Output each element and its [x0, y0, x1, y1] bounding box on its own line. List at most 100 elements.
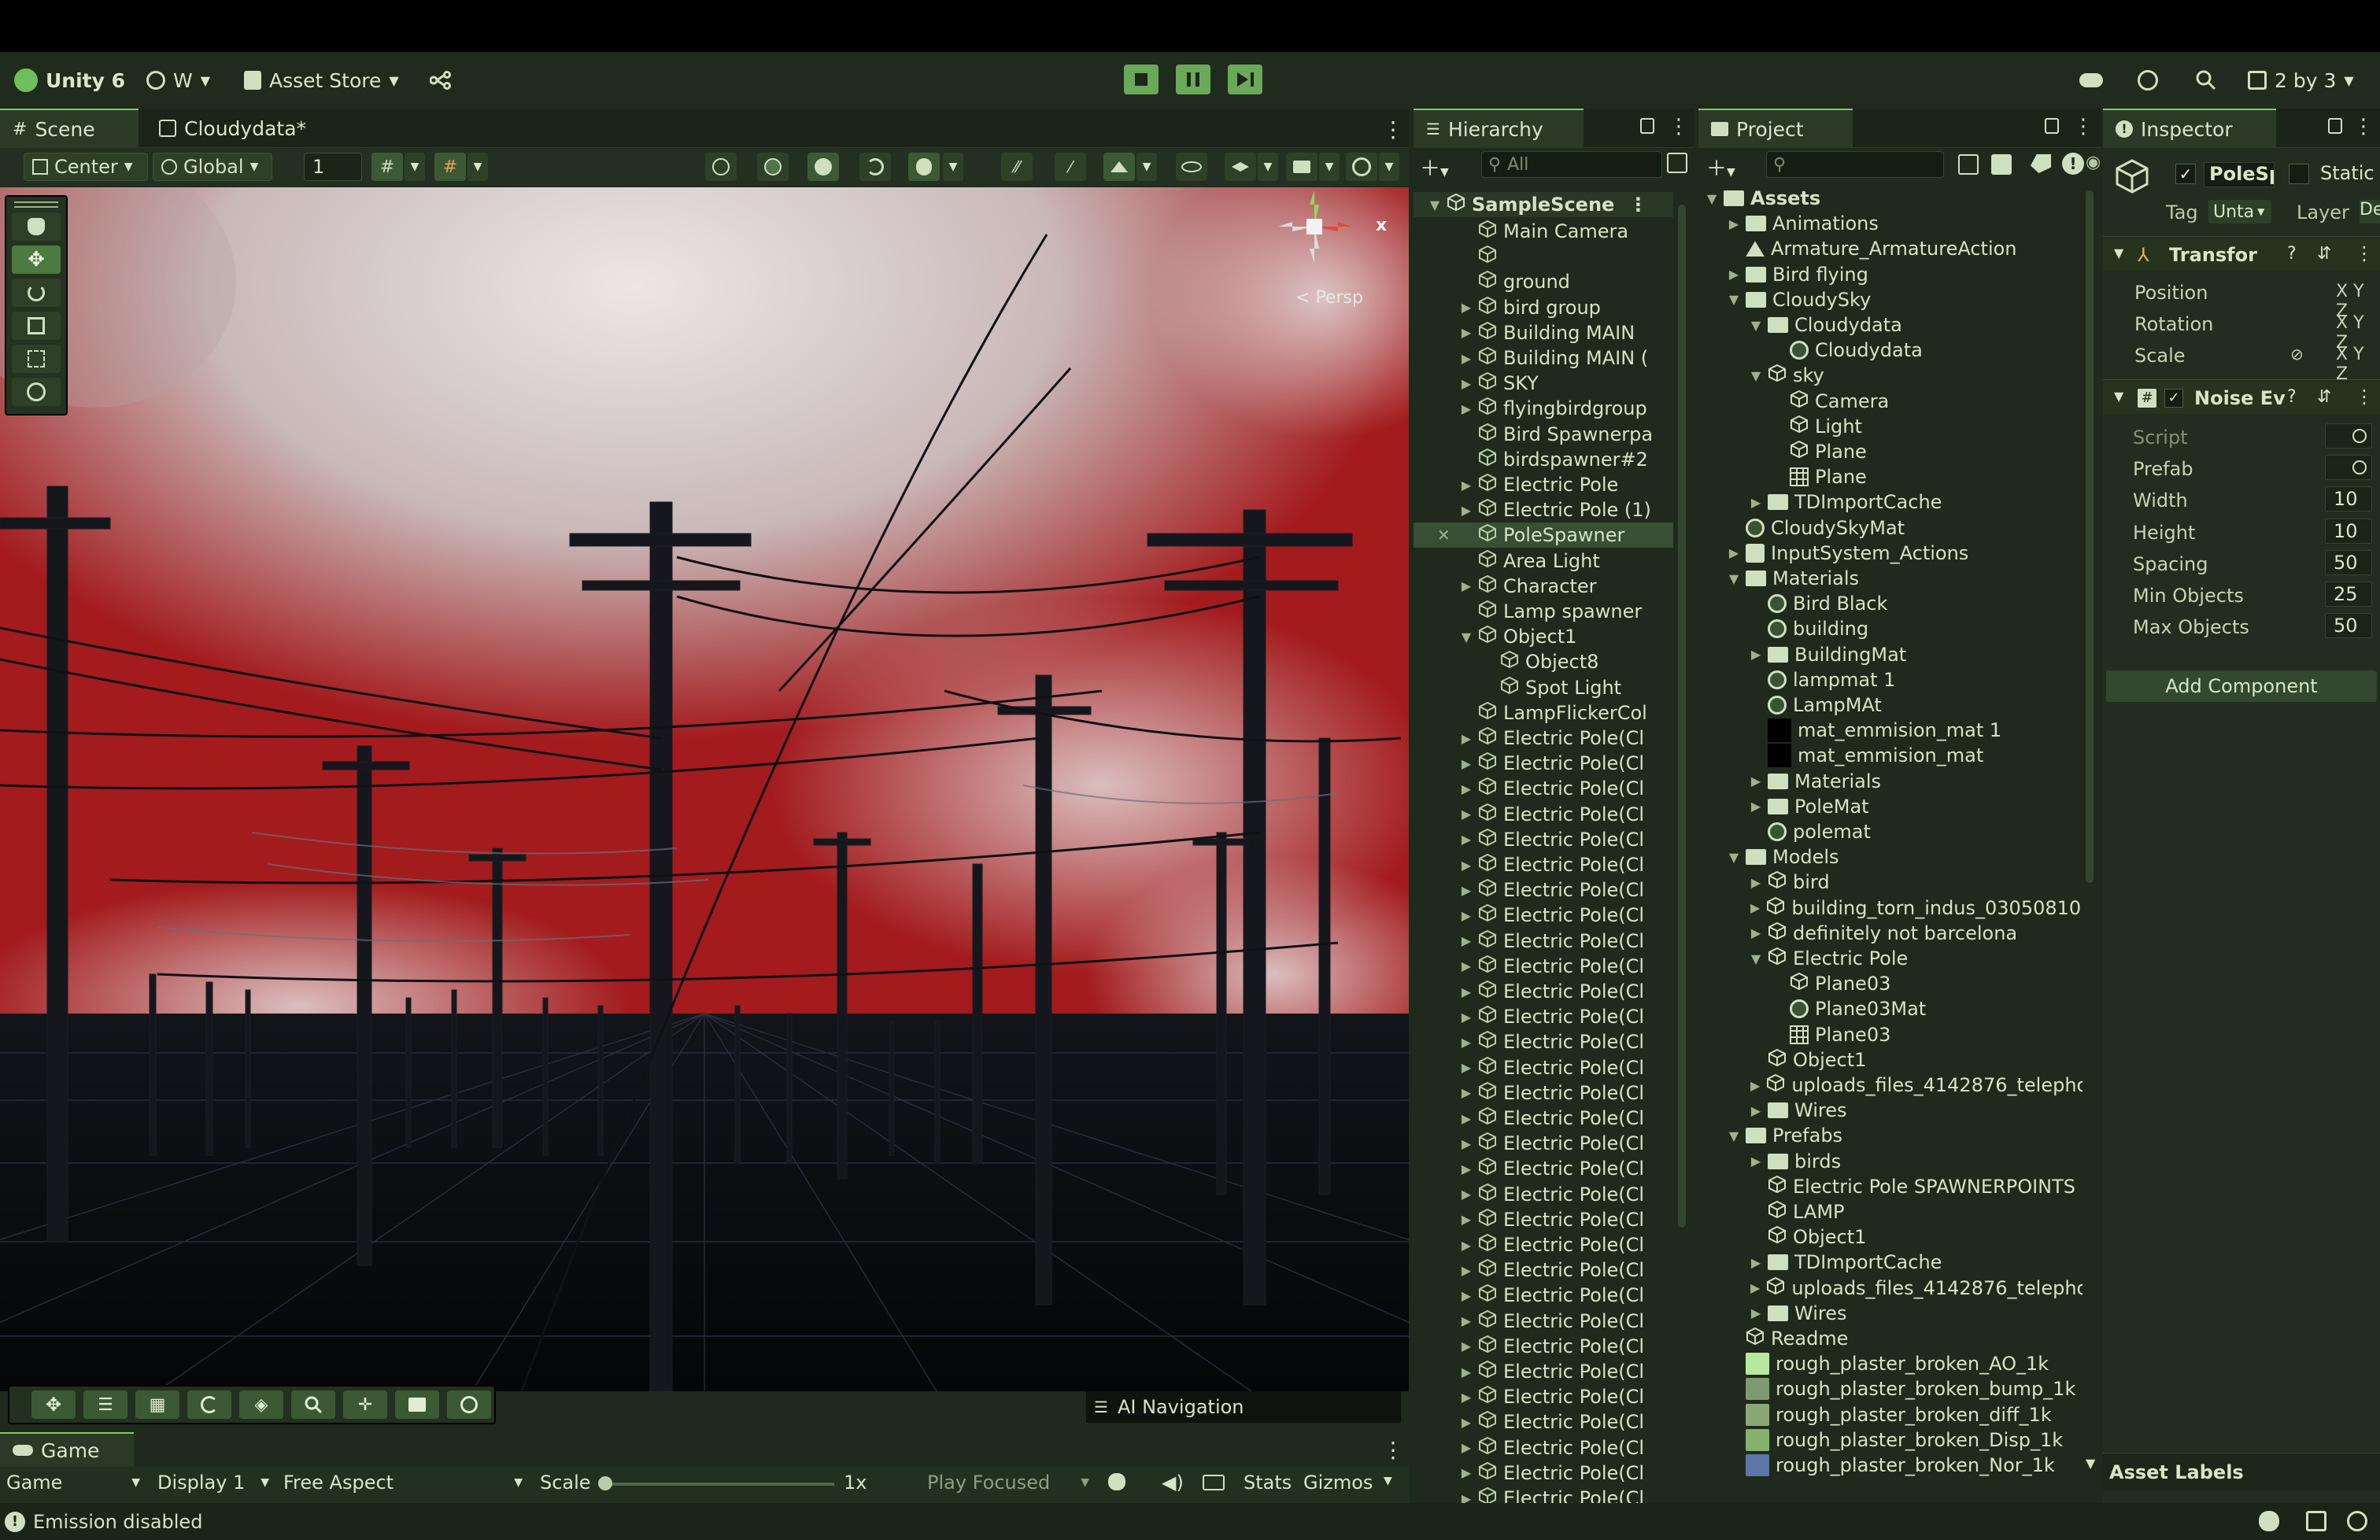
- more-options-icon[interactable]: ⋮: [1628, 194, 1647, 216]
- tab-project[interactable]: Project: [1698, 109, 1853, 148]
- hierarchy-item[interactable]: Bird Spawnerpa: [1414, 422, 1673, 447]
- project-item[interactable]: ▼ Electric Pole: [1698, 946, 2082, 971]
- display-dropdown[interactable]: Display 1 ▼: [157, 1472, 269, 1494]
- hierarchy-item[interactable]: [1414, 244, 1673, 269]
- project-item[interactable]: Object1: [1698, 1047, 2082, 1073]
- constrain-link-icon[interactable]: ⊘: [2290, 345, 2304, 364]
- chevron-right-icon[interactable]: ▶: [1461, 781, 1472, 796]
- chevron-right-icon[interactable]: ▶: [1461, 376, 1472, 391]
- move-icon[interactable]: ✥: [31, 1390, 76, 1419]
- chevron-right-icon[interactable]: ▶: [1461, 883, 1472, 898]
- preset-icon[interactable]: ⇵: [2317, 244, 2331, 264]
- hierarchy-item[interactable]: Spot Light: [1414, 675, 1673, 700]
- tab-hierarchy[interactable]: ☰ Hierarchy: [1414, 109, 1584, 148]
- field-value-input[interactable]: 10: [2325, 518, 2372, 544]
- hierarchy-item[interactable]: ▶ Electric Pole (1): [1414, 497, 1673, 523]
- project-item[interactable]: lampmat 1: [1698, 667, 2082, 692]
- active-checkbox[interactable]: ✓: [2175, 164, 2196, 184]
- more-options-icon[interactable]: ⋮: [1382, 116, 1404, 142]
- project-item[interactable]: Plane03: [1698, 971, 2082, 996]
- chevron-right-icon[interactable]: ▶: [1461, 756, 1472, 771]
- chevron-right-icon[interactable]: ▶: [1461, 1390, 1472, 1405]
- tab-cloudydata[interactable]: Cloudydata*: [146, 109, 319, 148]
- object-picker-icon[interactable]: [2352, 460, 2367, 475]
- grid-icon[interactable]: ▦: [135, 1390, 179, 1419]
- grid-snap-icon[interactable]: #: [371, 153, 403, 181]
- scale-tool-icon[interactable]: [12, 312, 61, 340]
- project-item[interactable]: building: [1698, 616, 2082, 641]
- hierarchy-item[interactable]: ▶ Character: [1414, 574, 1673, 599]
- lock-icon[interactable]: [1640, 118, 1654, 134]
- project-item[interactable]: ▶ Animations: [1698, 211, 2082, 236]
- transform-header[interactable]: ▼ ⅄ Transfor ? ⇵ ⋮: [2103, 239, 2380, 271]
- transform-tool-icon[interactable]: [12, 378, 61, 406]
- hierarchy-item[interactable]: ▶ Electric Pole(Cl: [1414, 827, 1673, 852]
- more-options-icon[interactable]: ⋮: [2355, 386, 2374, 408]
- hierarchy-item[interactable]: ▶ Electric Pole(Cl: [1414, 1182, 1673, 1207]
- hierarchy-item[interactable]: ground: [1414, 269, 1673, 294]
- hierarchy-item[interactable]: ▶ Electric Pole(Cl: [1414, 1435, 1673, 1461]
- project-item[interactable]: rough_plaster_broken_bump_1k: [1698, 1376, 2082, 1402]
- hierarchy-item[interactable]: ▶ Electric Pole(Cl: [1414, 1232, 1673, 1257]
- layers-icon[interactable]: ◈: [239, 1390, 283, 1419]
- pause-button[interactable]: [1176, 65, 1210, 94]
- hierarchy-item[interactable]: ▶ Electric Pole(Cl: [1414, 1207, 1673, 1232]
- chevron-right-icon[interactable]: ▶: [1728, 216, 1739, 231]
- field-value-input[interactable]: 50: [2325, 613, 2372, 639]
- hierarchy-item[interactable]: ▶ Electric Pole(Cl: [1414, 776, 1673, 801]
- contrast-icon[interactable]: [187, 1390, 231, 1419]
- slider-handle[interactable]: [598, 1476, 612, 1490]
- cloud-icon[interactable]: [2079, 66, 2103, 94]
- gizmos-button[interactable]: Gizmos: [1303, 1472, 1373, 1494]
- game-mode-dropdown[interactable]: Game ▼: [6, 1472, 140, 1494]
- chevron-right-icon[interactable]: ▶: [1461, 832, 1472, 847]
- chevron-right-icon[interactable]: ▶: [1750, 799, 1761, 814]
- chevron-right-icon[interactable]: ▶: [1750, 1154, 1761, 1169]
- chevron-right-icon[interactable]: ▶: [1728, 545, 1739, 560]
- hierarchy-item[interactable]: ▶ Electric Pole(Cl: [1414, 1106, 1673, 1131]
- hierarchy-search-input[interactable]: ⚲ All: [1481, 151, 1662, 178]
- field-value-input[interactable]: 50: [2325, 549, 2372, 575]
- hierarchy-item[interactable]: Area Light: [1414, 548, 1673, 574]
- search-by-type-icon[interactable]: [1958, 154, 1979, 175]
- chevron-down-icon[interactable]: ▼: [1750, 318, 1761, 333]
- hierarchy-scrollbar[interactable]: [1678, 205, 1686, 1228]
- hierarchy-item[interactable]: ▶ flyingbirdgroup: [1414, 396, 1673, 421]
- align-icon[interactable]: ☰: [83, 1390, 128, 1419]
- chevron-right-icon[interactable]: ▶: [1461, 933, 1472, 948]
- visibility-eye-icon[interactable]: [1176, 153, 1207, 181]
- 2d-toggle-icon[interactable]: ⁄⁄: [1001, 153, 1033, 181]
- chevron-right-icon[interactable]: ▶: [1461, 1263, 1472, 1278]
- scale-xyz[interactable]: X Y Z: [2336, 345, 2380, 384]
- chevron-right-icon[interactable]: ▶: [1461, 731, 1472, 746]
- create-asset-button[interactable]: ＋▼: [1706, 153, 1735, 182]
- chevron-right-icon[interactable]: ▶: [1750, 1255, 1761, 1270]
- draw-mode-wireframe-icon[interactable]: [705, 153, 737, 181]
- chevron-right-icon[interactable]: ▶: [1728, 267, 1739, 282]
- chevron-right-icon[interactable]: ▶: [1461, 984, 1472, 999]
- field-value-input[interactable]: [2325, 455, 2372, 481]
- more-options-icon[interactable]: ⋮: [1669, 115, 1689, 138]
- chevron-right-icon[interactable]: ▶: [1750, 875, 1761, 890]
- asset-store-dropdown[interactable]: Asset Store ▼: [244, 66, 399, 94]
- hierarchy-item[interactable]: Main Camera: [1414, 219, 1673, 244]
- chevron-down-icon[interactable]: ▼: [1258, 153, 1278, 181]
- hierarchy-item[interactable]: ▶ Electric Pole(Cl: [1414, 979, 1673, 1004]
- project-item[interactable]: Plane03Mat: [1698, 996, 2082, 1021]
- layers-icon[interactable]: [1225, 153, 1256, 181]
- chevron-right-icon[interactable]: ▶: [1461, 1440, 1472, 1455]
- hierarchy-item[interactable]: Object8: [1414, 649, 1673, 674]
- project-item[interactable]: ▶ TDImportCache: [1698, 489, 2082, 515]
- chevron-right-icon[interactable]: ▶: [1461, 1111, 1472, 1126]
- project-search-input[interactable]: ⚲: [1766, 151, 1944, 178]
- chevron-right-icon[interactable]: ▶: [1461, 503, 1472, 518]
- chevron-right-icon[interactable]: ▶: [1461, 958, 1472, 973]
- space-dropdown[interactable]: Global ▼: [153, 153, 272, 181]
- chevron-right-icon[interactable]: ▶: [1461, 1288, 1472, 1303]
- play-focus-dropdown[interactable]: Play Focused ▼: [927, 1472, 1089, 1494]
- gizmos-icon[interactable]: [1346, 153, 1377, 181]
- play-button[interactable]: [1124, 65, 1159, 94]
- project-item[interactable]: LAMP: [1698, 1199, 2082, 1224]
- project-item[interactable]: ▼ Assets: [1698, 186, 2082, 211]
- chevron-down-icon[interactable]: ▼: [1728, 571, 1739, 586]
